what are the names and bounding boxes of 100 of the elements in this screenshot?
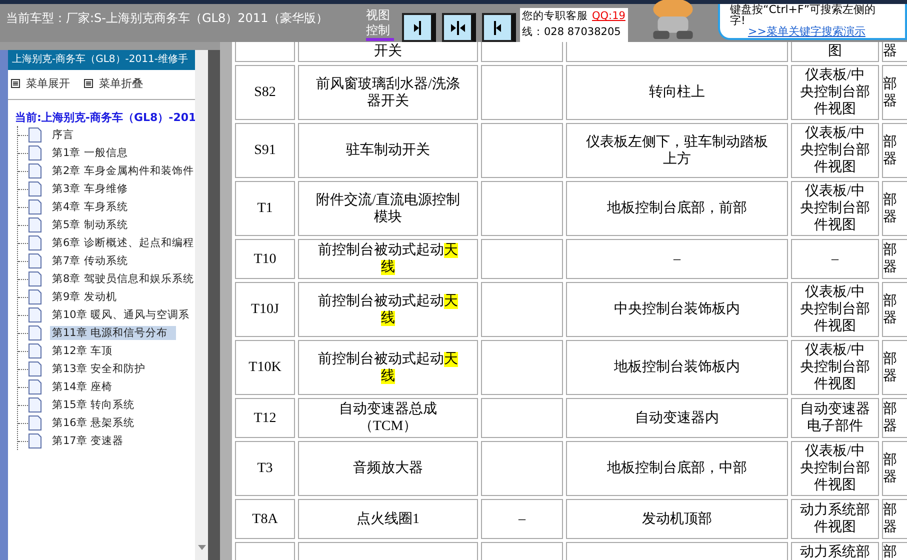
scrollbar[interactable] bbox=[195, 50, 208, 560]
table-cell-text: 动力系统部 bbox=[800, 544, 870, 560]
layout-button[interactable] bbox=[482, 13, 516, 42]
table-cell-text: 仪表板/中央控制台部件视图 bbox=[800, 67, 870, 118]
table-cell-text: – bbox=[672, 250, 682, 268]
table-cell-text: T10K bbox=[248, 360, 282, 375]
table-cell-text: – bbox=[830, 250, 840, 268]
table-cell-text: 部器 bbox=[883, 350, 897, 384]
document-icon bbox=[28, 289, 42, 305]
tree-item[interactable]: 第10章 暖风、通风与空调系 bbox=[50, 308, 192, 322]
table-cell-text: 仪表板/中央控制台部件视图 bbox=[800, 443, 870, 494]
qq-link[interactable]: QQ:19 bbox=[592, 10, 626, 22]
table-cell-text: 音频放大器 bbox=[352, 460, 424, 477]
document-icon bbox=[28, 343, 42, 359]
table-cell-text: T1 bbox=[257, 201, 273, 216]
list-icon bbox=[84, 79, 93, 88]
table-cell-text: 部 bbox=[883, 544, 897, 560]
table-cell-text: S91 bbox=[254, 143, 276, 158]
table-cell-text: 部器 bbox=[883, 292, 897, 326]
tree-item[interactable]: 第5章 制动系统 bbox=[50, 218, 130, 232]
hint-text: 字! bbox=[730, 15, 746, 26]
tree-item[interactable]: 第3章 车身维修 bbox=[50, 182, 130, 196]
document-icon bbox=[28, 181, 42, 197]
tree-item[interactable]: 第14章 座椅 bbox=[50, 380, 115, 394]
scroll-down-icon[interactable] bbox=[198, 545, 206, 550]
document-icon bbox=[28, 397, 42, 413]
tree-item[interactable]: 第2章 车身金属构件和装饰件 bbox=[50, 164, 195, 178]
tree-item[interactable]: 第4章 车身系统 bbox=[50, 200, 130, 214]
table-cell-text: 部器 bbox=[883, 134, 897, 168]
table-cell-text: 器 bbox=[883, 43, 897, 60]
table-cell-text: 动力系统部件视图 bbox=[800, 502, 870, 536]
tree-item[interactable]: 第17章 变速器 bbox=[50, 434, 126, 448]
table-cell-text: 前风窗玻璃刮水器/洗涤器开关 bbox=[315, 76, 461, 110]
layout-button[interactable] bbox=[402, 13, 436, 42]
table-cell-text: 开关 bbox=[372, 43, 403, 60]
service-label: 您的专职客服 bbox=[522, 10, 588, 22]
document-icon bbox=[28, 271, 42, 287]
document-icon bbox=[28, 361, 42, 377]
tree-item[interactable]: 第9章 发动机 bbox=[50, 290, 120, 304]
table-cell-text: 中央控制台装饰板内 bbox=[613, 301, 741, 318]
table-cell-text: S82 bbox=[254, 85, 276, 100]
phone-text: 线：028 87038205 bbox=[522, 25, 622, 40]
document-icon bbox=[28, 145, 42, 161]
table-cell-text: 前控制台被动式起动天线 bbox=[316, 242, 459, 276]
document-icon bbox=[28, 433, 42, 449]
tree-item[interactable]: 序言 bbox=[50, 128, 76, 142]
table-cell-text: 发动机顶部 bbox=[641, 510, 713, 528]
vehicle-model-text: 当前车型：厂家:S-上海别克商务车（GL8）2011（豪华版） bbox=[6, 10, 330, 27]
list-icon bbox=[11, 79, 20, 88]
tree-item[interactable]: 第7章 传动系统 bbox=[50, 254, 130, 268]
table-cell-text: 部器 bbox=[883, 242, 897, 276]
table-cell-text: T8A bbox=[252, 512, 278, 526]
document-icon bbox=[28, 325, 42, 341]
document-icon bbox=[28, 127, 42, 143]
tree-item[interactable]: 第16章 悬架系统 bbox=[50, 416, 137, 430]
sidebar-title: 上海别克-商务车（GL8）-2011-维修手 bbox=[8, 50, 195, 70]
table-cell-text: 仪表板/中央控制台部件视图 bbox=[800, 183, 870, 234]
table-cell-text: 地板控制台底部，中部 bbox=[606, 460, 748, 477]
table-cell-text: 地板控制台装饰板内 bbox=[613, 359, 741, 376]
table-cell-text: T10 bbox=[254, 252, 276, 266]
document-icon bbox=[28, 217, 42, 233]
tree-item[interactable]: 第6章 诊断概述、起点和编程 bbox=[50, 236, 195, 250]
table-cell-text: 前控制台被动式起动天线 bbox=[316, 350, 459, 384]
document-icon bbox=[28, 415, 42, 431]
table-cell-text: 仪表板左侧下，驻车制动踏板上方 bbox=[585, 134, 769, 168]
table-cell-text: 地板控制台底部，前部 bbox=[606, 200, 748, 217]
document-icon bbox=[28, 253, 42, 269]
tree-item[interactable]: 第8章 驾驶员信息和娱乐系统 bbox=[50, 272, 195, 286]
table-cell-text: 部器 bbox=[883, 192, 897, 226]
tree-item[interactable]: 第12章 车顶 bbox=[50, 344, 115, 358]
panel-arrow-icon bbox=[450, 20, 464, 34]
table-cell-text: 部器 bbox=[883, 76, 897, 110]
document-icon bbox=[28, 163, 42, 179]
table-cell-text: 自动变速器总成（TCM） bbox=[338, 401, 438, 435]
tree-item[interactable]: 第11章 电源和信号分布 bbox=[50, 326, 176, 340]
table-cell-text: 图 bbox=[827, 43, 843, 60]
document-icon bbox=[28, 199, 42, 215]
tree-item[interactable]: 第1章 一般信息 bbox=[50, 146, 130, 160]
table-cell-text: 仪表板/中央控制台部件视图 bbox=[800, 342, 870, 393]
hint-text: 键盘按“Ctrl+F”可搜索左侧的 bbox=[730, 4, 877, 15]
table-cell-text: T3 bbox=[257, 461, 273, 476]
table-cell-text: 转向柱上 bbox=[648, 84, 706, 101]
table-cell-text: 部器 bbox=[883, 401, 897, 435]
tree-item[interactable]: 第13章 安全和防护 bbox=[50, 362, 148, 376]
table-cell-text: 仪表板/中央控制台部件视图 bbox=[800, 284, 870, 335]
tree-item[interactable]: 第15章 转向系统 bbox=[50, 398, 137, 412]
table-cell-text: 前控制台被动式起动天线 bbox=[316, 292, 459, 326]
table-cell-text: 驻车制动开关 bbox=[344, 142, 431, 159]
table-cell-text: 仪表板/中央控制台部件视图 bbox=[800, 125, 870, 176]
panel-arrow-icon bbox=[414, 20, 421, 34]
layout-button[interactable] bbox=[442, 13, 476, 42]
search-demo-link[interactable]: >>菜单关键字搜索演示 bbox=[748, 26, 905, 37]
document-icon bbox=[28, 379, 42, 395]
menu-action-button[interactable]: 菜单展开 bbox=[11, 76, 70, 91]
table-cell-text: T10J bbox=[251, 302, 279, 317]
panel-arrow-icon bbox=[494, 20, 501, 34]
table-cell-text: T12 bbox=[254, 410, 276, 426]
table-cell-text: 部器 bbox=[883, 452, 897, 486]
menu-action-button[interactable]: 菜单折叠 bbox=[84, 76, 143, 91]
document-icon bbox=[28, 307, 42, 323]
